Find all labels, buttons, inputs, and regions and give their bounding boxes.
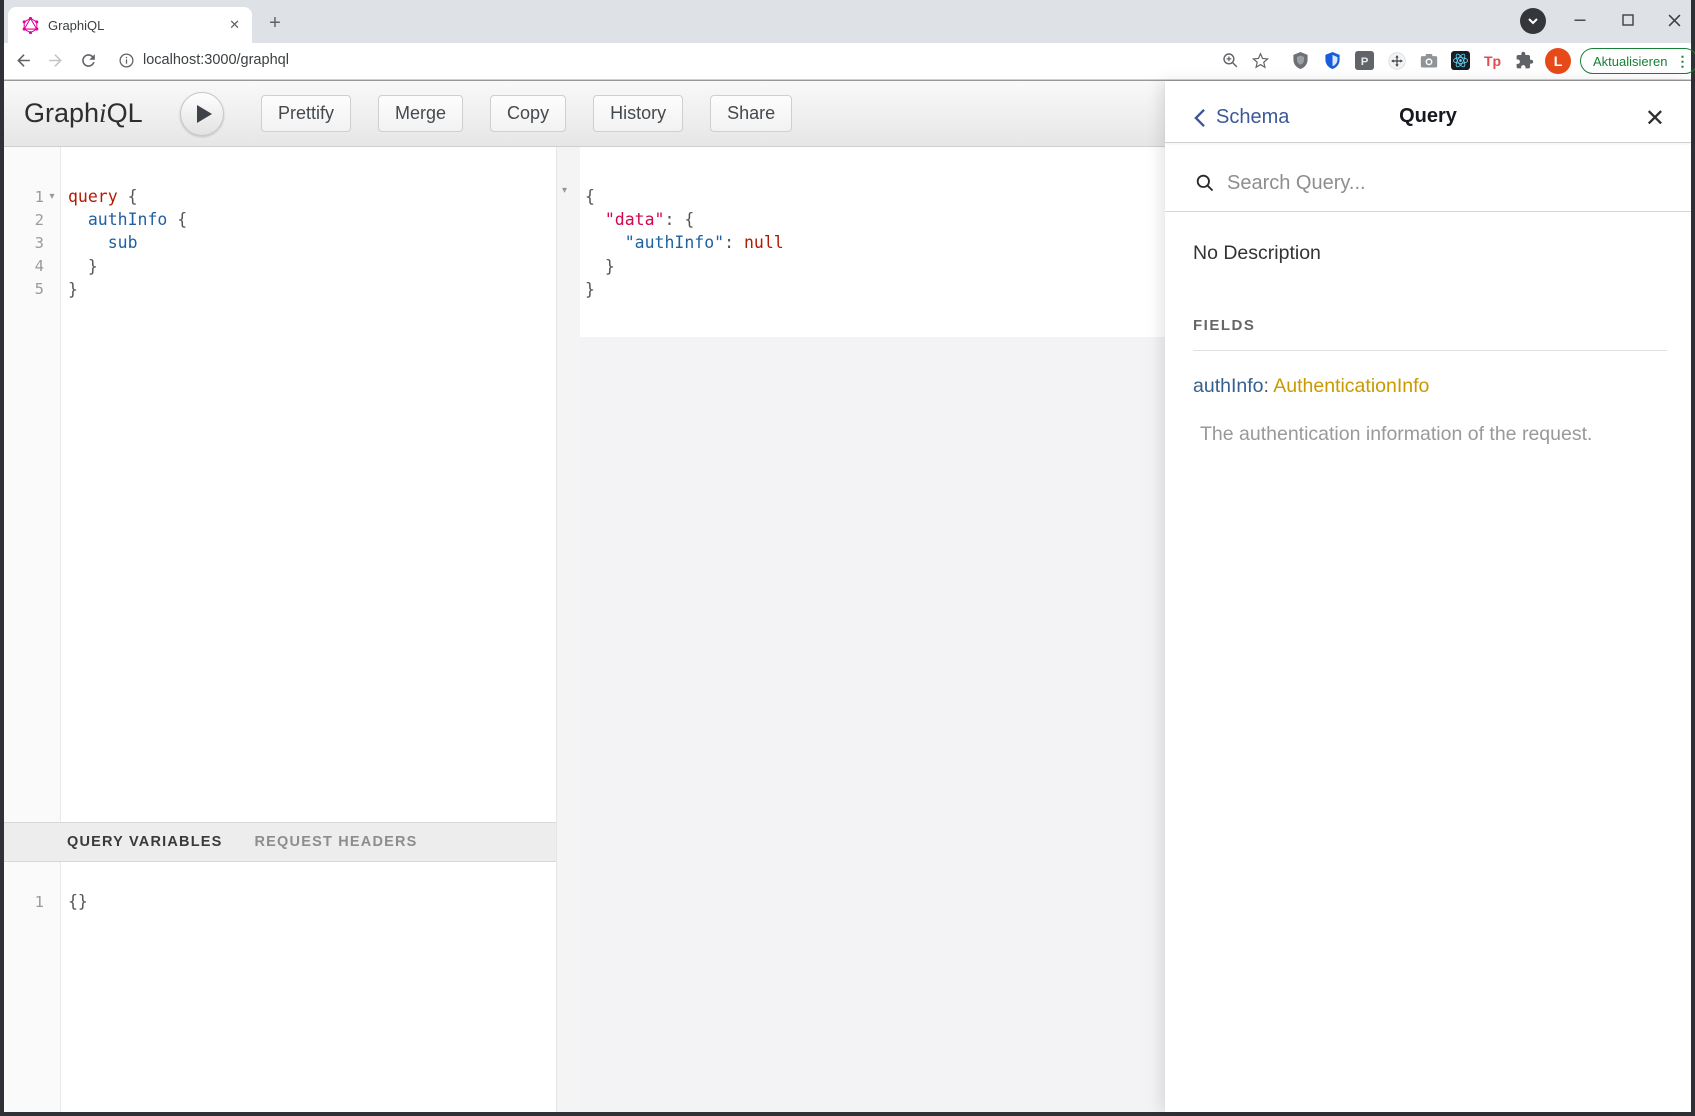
execute-query-button[interactable] [180,92,224,136]
fields-heading: FIELDS [1193,317,1667,334]
address-input[interactable]: localhost:3000/graphql [143,52,289,68]
result-pane: { "data": { "authInfo": null }} [580,147,1165,1112]
search-placeholder: Search Query... [1227,172,1366,195]
fold-toggle-icon[interactable]: ▾ [562,185,567,196]
line-number: 5 [4,280,44,298]
forward-icon[interactable] [46,51,65,70]
doc-title: Query [1165,105,1691,128]
extension-row: P Tp [1290,50,1535,71]
url-bar: localhost:3000/graphql P [4,43,1691,80]
code-line[interactable]: 1▾query { [4,185,556,208]
back-icon[interactable] [14,51,33,70]
field-name-link[interactable]: authInfo [1193,375,1263,397]
toolbar-button-merge[interactable]: Merge [378,95,463,132]
svg-text:P: P [1361,56,1369,68]
tab-strip: GraphiQL ✕ + [4,0,1691,43]
doc-body: No Description FIELDS authInfo: Authenti… [1165,242,1691,446]
profile-avatar[interactable]: L [1545,48,1571,74]
toolbar-button-share[interactable]: Share [710,95,792,132]
line-number: 2 [4,211,44,229]
extensions-puzzle-icon[interactable] [1514,50,1535,71]
code-line[interactable]: 3 sub [4,231,556,254]
code-line[interactable]: } [585,255,1165,278]
play-icon [197,105,212,123]
tab-query-variables[interactable]: QUERY VARIABLES [67,834,223,850]
line-number: 1 [4,188,44,206]
code-line[interactable]: 5} [4,278,556,301]
browser-window: GraphiQL ✕ + localhost:3000/graphql [0,0,1695,1116]
code-line[interactable]: 2 authInfo { [4,208,556,231]
divider [1193,350,1667,351]
toolbar-button-copy[interactable]: Copy [490,95,566,132]
update-browser-button[interactable]: Aktualisieren ⋮ [1580,48,1695,74]
ublock-shield-icon[interactable] [1290,50,1311,71]
close-window-button[interactable] [1652,2,1695,38]
pane-divider[interactable]: ▾ [556,147,580,1112]
type-name-link[interactable]: AuthenticationInfo [1273,375,1429,397]
tp-badge-icon[interactable]: Tp [1482,50,1503,71]
line-number: 3 [4,234,44,252]
tab-title: GraphiQL [48,18,229,33]
toolbar-button-history[interactable]: History [593,95,683,132]
query-editor[interactable]: 1▾query {2 authInfo {3 sub4 }5} [4,147,556,822]
zoom-indicator-icon[interactable] [1221,51,1240,70]
graphiql-toolbar: GraphiQL Prettify Merge Copy History Share [4,81,1165,147]
minimize-button[interactable] [1558,2,1602,38]
update-label: Aktualisieren [1593,54,1667,69]
code-line[interactable]: 4 } [4,255,556,278]
code-line[interactable]: { [585,185,1165,208]
code-line[interactable]: "authInfo": null [585,231,1165,254]
code-line[interactable]: 1{} [4,890,556,913]
doc-explorer-header: Schema Query ✕ [1165,81,1691,143]
new-tab-button[interactable]: + [262,10,288,36]
bookmark-star-icon[interactable] [1251,51,1270,70]
p-badge-icon[interactable]: P [1354,50,1375,71]
code-line[interactable]: "data": { [585,208,1165,231]
code-line[interactable]: } [585,278,1165,301]
graphiql-app: GraphiQL Prettify Merge Copy History Share 1… [4,81,1691,1112]
line-number: 1 [4,893,44,911]
bitwarden-shield-icon[interactable] [1322,50,1343,71]
chevron-down-circle-icon[interactable] [1520,8,1546,34]
query-code[interactable]: 1▾query {2 authInfo {3 sub4 }5} [4,147,556,301]
tab-request-headers[interactable]: REQUEST HEADERS [255,834,418,850]
react-devtools-icon[interactable] [1450,50,1471,71]
graphiql-logo: GraphiQL [24,98,143,129]
browser-tab[interactable]: GraphiQL ✕ [8,7,252,43]
site-info-icon[interactable] [118,52,135,69]
toolbar-button-prettify[interactable]: Prettify [261,95,351,132]
line-number: 4 [4,257,44,275]
graphql-favicon-icon [22,17,39,34]
tab-close-icon[interactable]: ✕ [229,17,240,33]
search-icon [1195,173,1215,193]
maximize-button[interactable] [1606,2,1650,38]
toolbar-button-group: Prettify Merge Copy History Share [261,95,792,132]
variables-code[interactable]: 1{} [4,862,556,913]
field-item[interactable]: authInfo: AuthenticationInfo [1193,375,1667,398]
search-input[interactable]: Search Query... [1165,143,1691,212]
reload-icon[interactable] [79,51,98,70]
fold-toggle-icon[interactable]: ▾ [44,191,60,202]
field-description: The authentication information of the re… [1193,423,1667,446]
type-description: No Description [1193,242,1667,265]
response-viewer: { "data": { "authInfo": null }} [580,147,1165,337]
browser-menu-icon[interactable]: ⋮ [1675,53,1689,70]
variables-editor[interactable]: 1{} [4,862,556,1112]
move-circle-icon[interactable] [1386,50,1407,71]
secondary-editor-tabs: QUERY VARIABLES REQUEST HEADERS [4,822,556,862]
camera-icon[interactable] [1418,50,1439,71]
doc-explorer: Schema Query ✕ Search Query... No Descri… [1165,81,1691,1112]
doc-close-icon[interactable]: ✕ [1645,104,1665,133]
editor-pane: 1▾query {2 authInfo {3 sub4 }5} QUERY VA… [4,147,556,1112]
